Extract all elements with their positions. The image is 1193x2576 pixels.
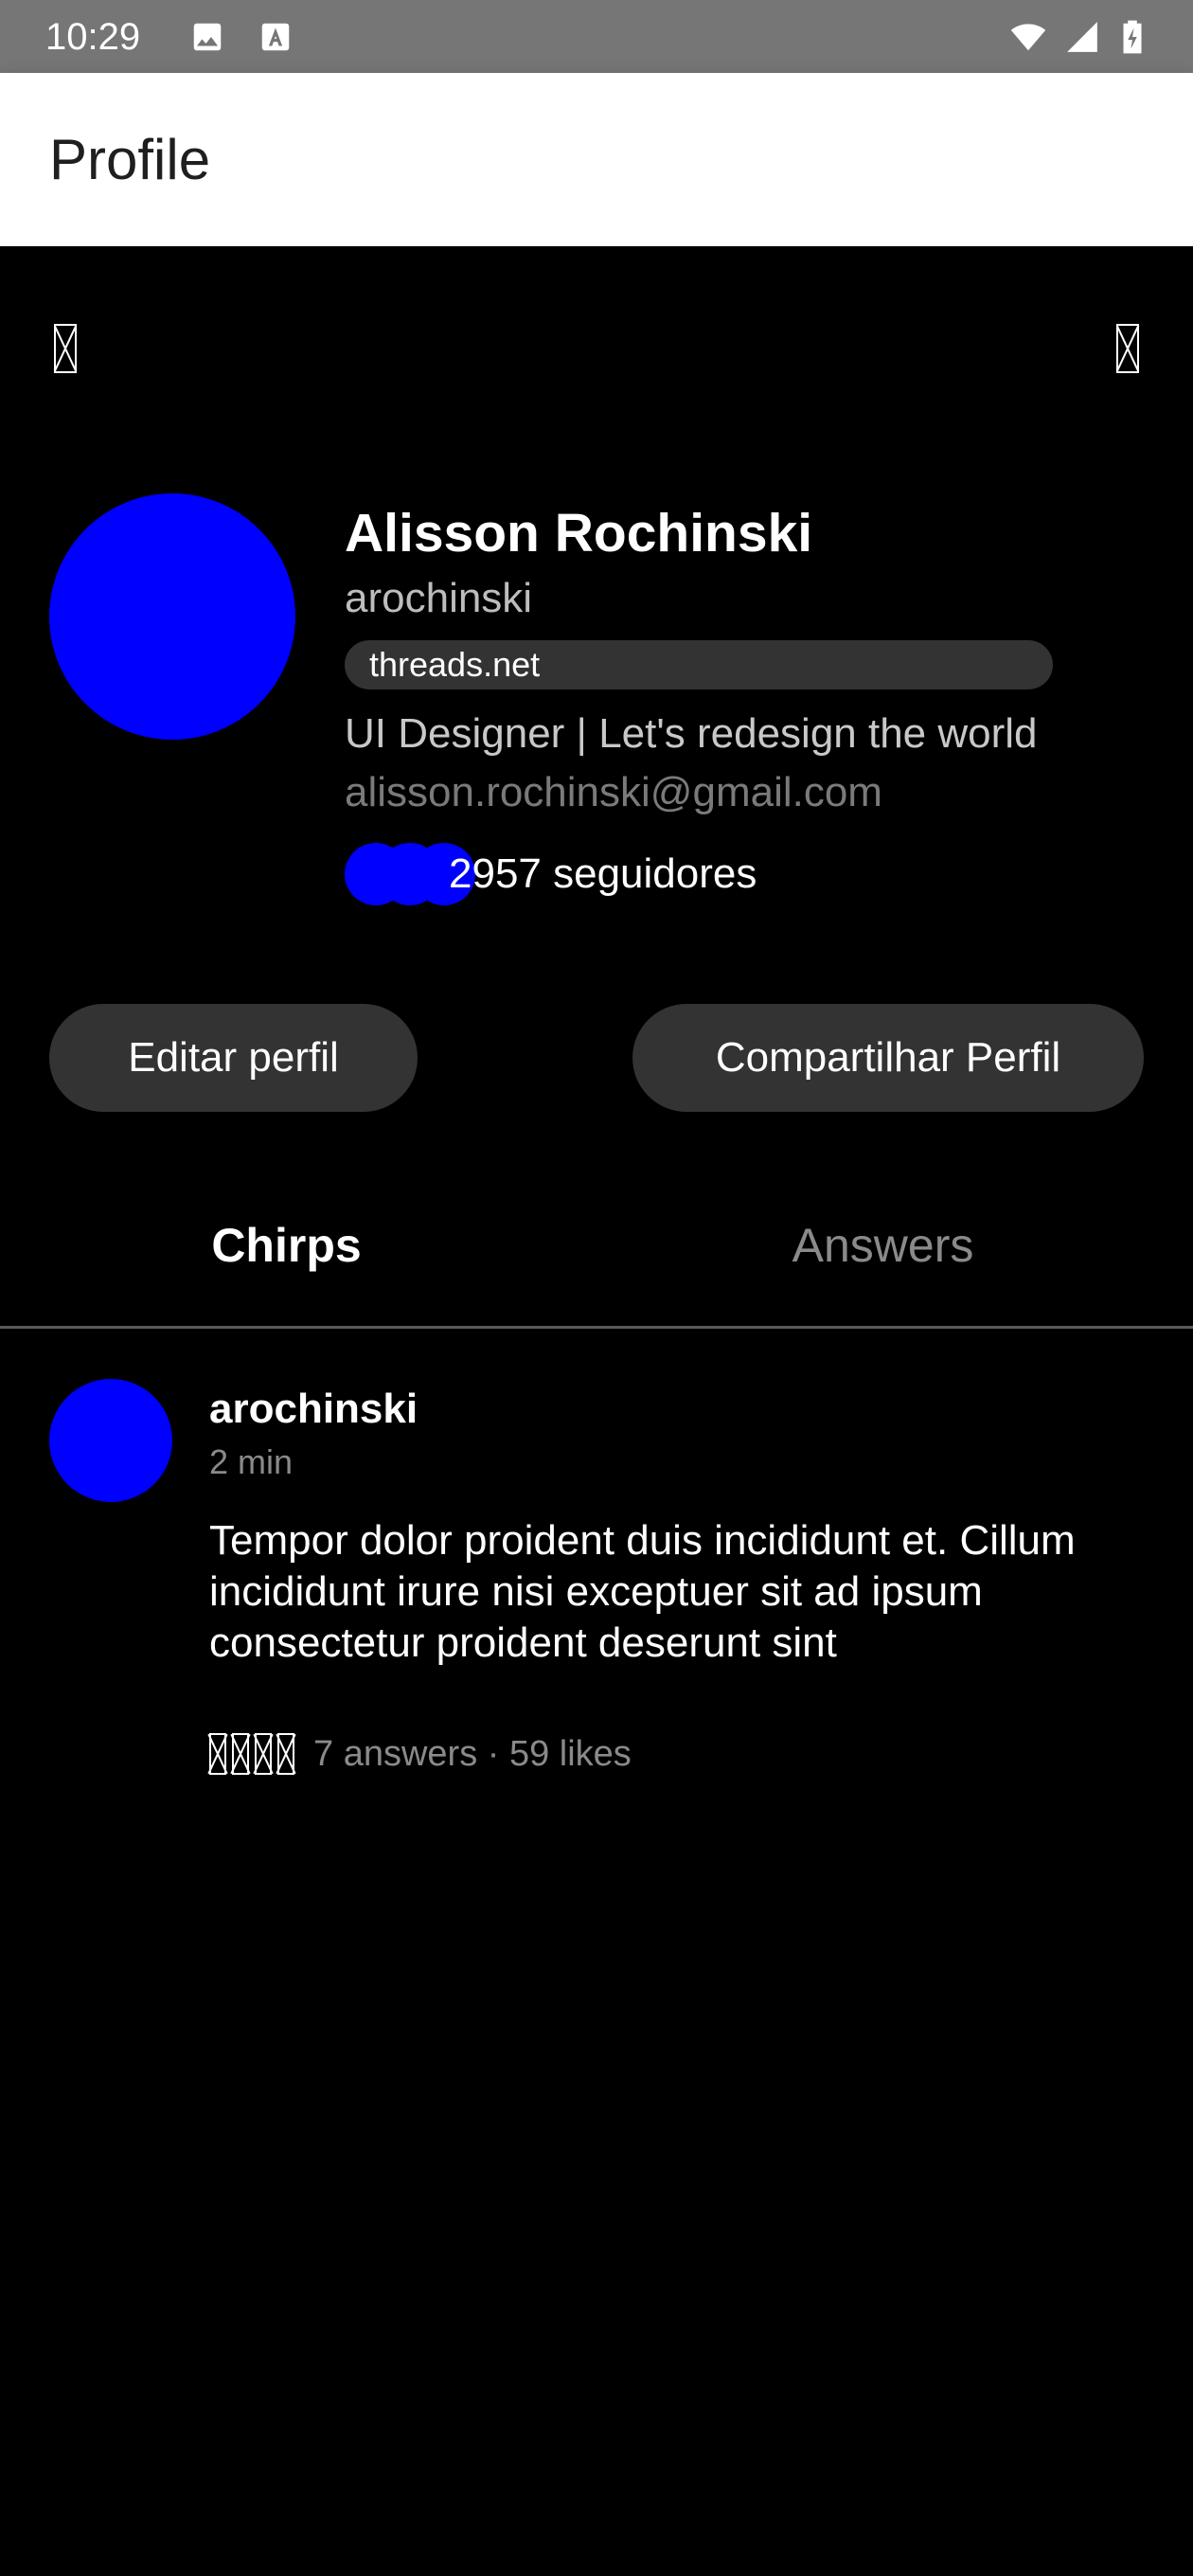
status-bar: 10:29 [0,0,1193,73]
page-title: Profile [49,128,211,191]
post-username[interactable]: arochinski [209,1385,418,1434]
repost-icon[interactable] [255,1733,272,1775]
wifi-icon [1010,24,1046,51]
missing-glyph-icon[interactable] [54,324,77,373]
followers-count: 2957 seguidores [449,850,757,897]
post-actions: 7 answers · 59 likes [209,1726,632,1782]
text-a-icon [261,23,290,51]
tab-answers[interactable]: Answers [596,1214,1169,1277]
status-time: 10:29 [45,16,141,58]
share-profile-button[interactable]: Compartilhar Perfil [632,1004,1144,1112]
post-time: 2 min [209,1442,294,1481]
profile-email: alisson.rochinski@gmail.com [345,769,882,815]
avatar[interactable] [49,493,295,740]
like-icon[interactable] [209,1733,226,1775]
profile-username: arochinski [345,575,533,621]
missing-glyph-icon[interactable] [1116,324,1139,373]
profile-name: Alisson Rochinski [345,503,813,564]
battery-charging-icon [1123,20,1142,54]
post-body: Tempor dolor proident duis incididunt et… [209,1517,1076,1666]
post-meta: 7 answers · 59 likes [313,1734,632,1774]
profile-link[interactable]: threads.net [345,640,1053,689]
tab-chirps[interactable]: Chirps [0,1214,573,1277]
comment-icon[interactable] [232,1733,249,1775]
profile-bio: UI Designer | Let's redesign the world [345,710,1038,757]
share-icon[interactable] [277,1733,294,1775]
followers-row[interactable]: 2957 seguidores [345,843,757,905]
app-bar: Profile [0,73,1193,246]
edit-profile-button[interactable]: Editar perfil [49,1004,418,1112]
tab-divider [0,1326,1193,1329]
post-avatar[interactable] [49,1379,172,1502]
signal-icon [1067,22,1097,52]
image-icon [193,23,222,51]
